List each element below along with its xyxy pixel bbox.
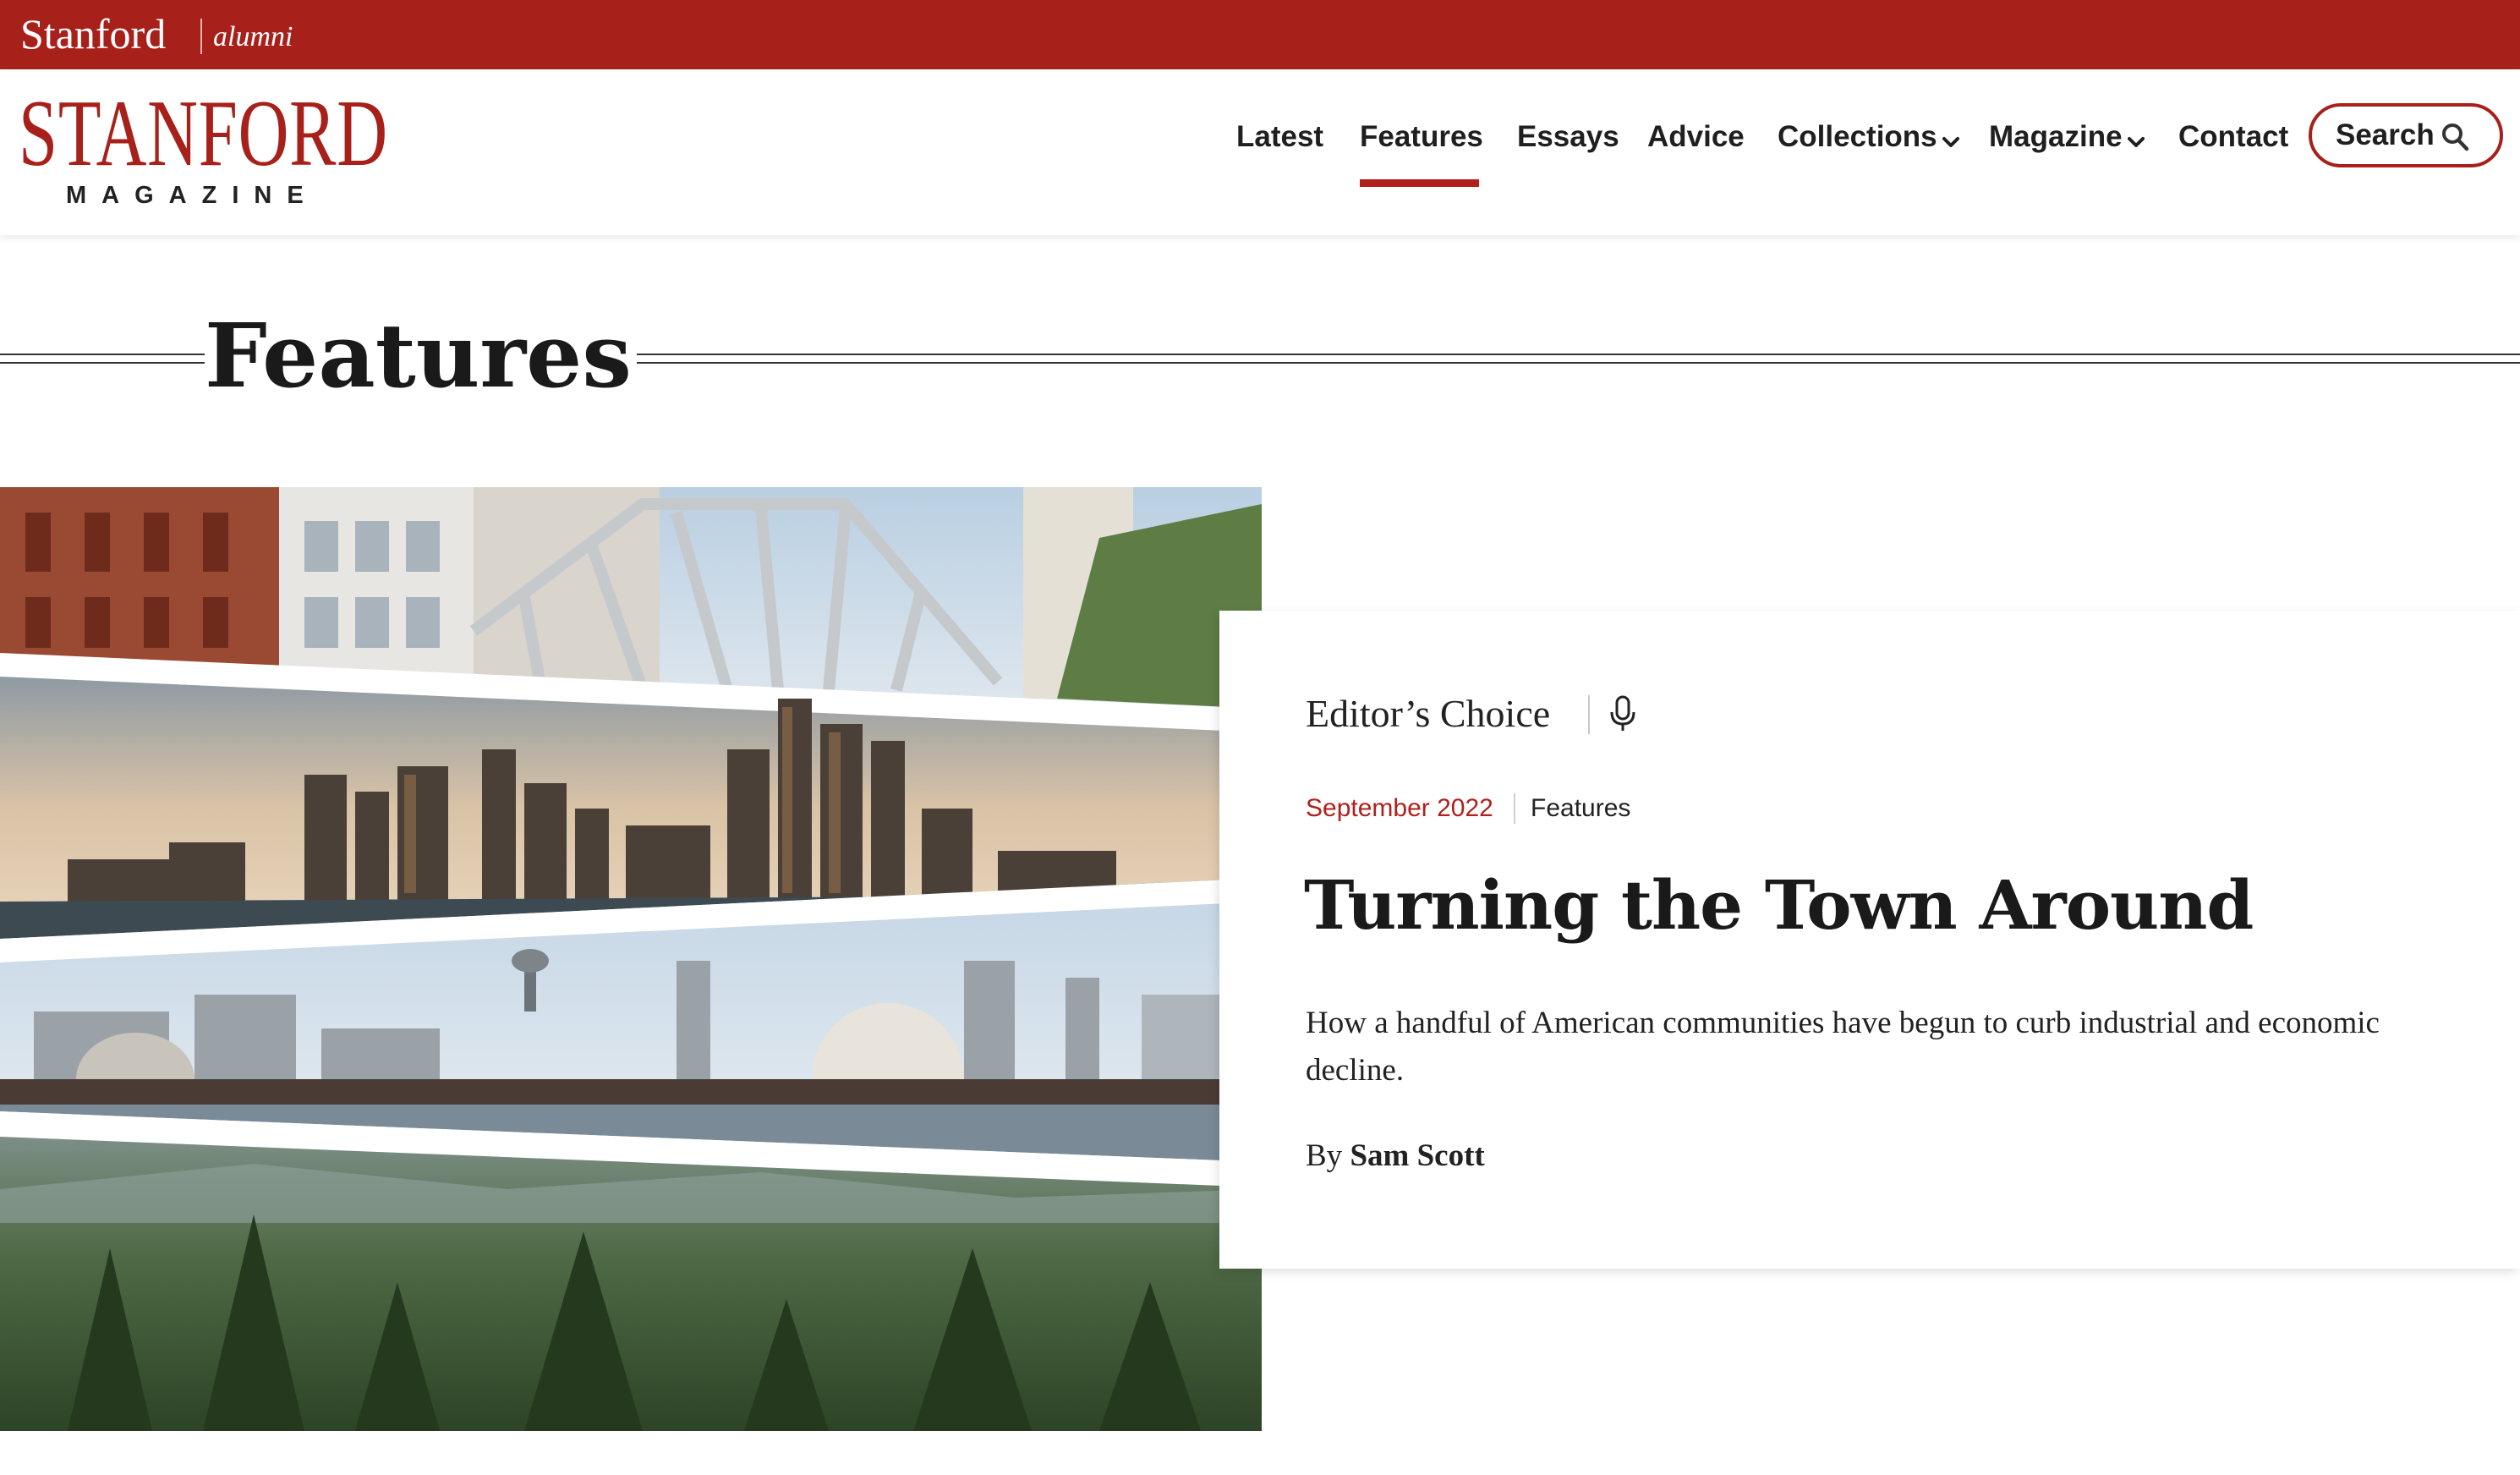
microphone-icon[interactable]	[1608, 695, 1637, 738]
nav-essays[interactable]: Essays	[1517, 113, 1619, 161]
badge-divider	[1588, 695, 1590, 734]
featured-article-card[interactable]: Editor’s Choice September 2022 Features …	[1219, 611, 2520, 1269]
site-header: STANFORD MAGAZINE Latest Features Essays…	[0, 69, 2520, 235]
article-dek: How a handful of American communities ha…	[1306, 1006, 2380, 1088]
nav-active-indicator	[1360, 179, 1479, 187]
nav-contact[interactable]: Contact	[2178, 113, 2288, 161]
page-title: Features	[205, 301, 637, 411]
nav-magazine[interactable]: Magazine	[1989, 113, 2145, 162]
nav-collections-label: Collections	[1778, 120, 1937, 153]
article-section-link[interactable]: Features	[1531, 792, 1630, 825]
nav-latest[interactable]: Latest	[1236, 113, 1323, 161]
article-byline: By Sam Scott	[1306, 1135, 1485, 1177]
heading-rule-right-top	[592, 354, 2520, 355]
search-button-label: Search	[2336, 118, 2435, 151]
nav-collections[interactable]: Collections	[1778, 113, 1959, 162]
feature-hero-image[interactable]	[0, 487, 1262, 1431]
alumni-bar: Stanford alumni	[0, 0, 2520, 69]
search-icon	[2441, 122, 2469, 156]
chevron-down-icon	[2127, 115, 2145, 162]
article-title[interactable]: Turning the Town Around	[1304, 863, 2254, 947]
heading-rule-left-bottom	[0, 362, 206, 364]
alumni-label[interactable]: alumni	[213, 19, 293, 56]
stanford-alumni-brand[interactable]: Stanford	[20, 8, 166, 59]
logo-subtitle: MAGAZINE	[66, 182, 319, 209]
article-date: September 2022	[1306, 794, 1493, 822]
editors-choice-label: Editor’s Choice	[1306, 692, 1551, 735]
meta-divider	[1514, 793, 1515, 824]
search-button[interactable]: Search	[2309, 103, 2503, 167]
heading-rule-right-bottom	[592, 362, 2520, 364]
byline-prefix: By	[1306, 1138, 1343, 1173]
logo-wordmark: STANFORD	[19, 81, 388, 186]
heading-rule-left-top	[0, 354, 206, 355]
author-name[interactable]: Sam Scott	[1350, 1138, 1484, 1173]
chevron-down-icon	[1942, 115, 1959, 162]
nav-features[interactable]: Features	[1360, 113, 1483, 161]
nav-advice[interactable]: Advice	[1647, 113, 1745, 161]
alumni-divider	[200, 19, 202, 54]
nav-magazine-label: Magazine	[1989, 120, 2123, 153]
